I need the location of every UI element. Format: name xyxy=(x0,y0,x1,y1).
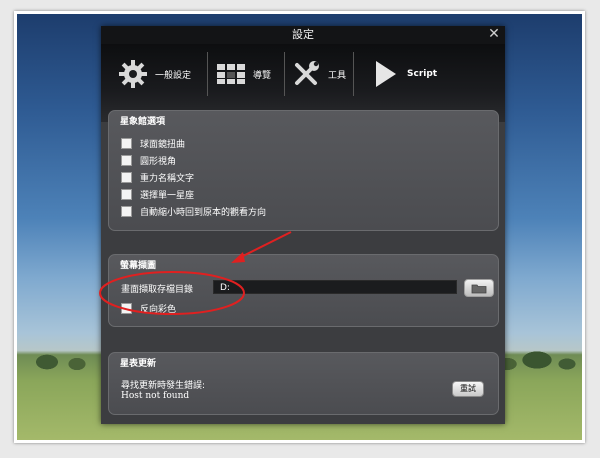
close-icon[interactable]: ✕ xyxy=(487,27,501,41)
option-row[interactable]: 選擇單一星座 xyxy=(121,188,195,201)
panel-title: 螢幕擷圖 xyxy=(120,261,157,271)
tab-tools-label: 工具 xyxy=(328,70,347,81)
star-options-panel: 星象館選項 球面鏡扭曲 圓形視角 重力名稱文字 選擇單一星座 自動縮小時回到原本… xyxy=(108,110,499,231)
tab-navigation-label: 導覽 xyxy=(253,70,272,81)
tab-tools[interactable]: 工具 xyxy=(290,56,346,92)
sky-background: 南 設定 ✕ xyxy=(17,14,582,440)
option-row[interactable]: 重力名稱文字 xyxy=(121,171,195,184)
panel-title: 星表更新 xyxy=(120,359,157,369)
invert-color-label: 反向彩色 xyxy=(140,304,177,315)
settings-window: 設定 ✕ 一般設定 導覽 工具 Script 星象館選項 球面鏡扭曲 圓形視角 … xyxy=(101,26,505,424)
tab-general-label: 一般設定 xyxy=(155,70,192,81)
directory-input[interactable]: D: xyxy=(213,280,457,294)
toolbar-divider xyxy=(207,52,208,96)
catalog-update-panel: 星表更新 尋找更新時發生錯誤: Host not found 重試 xyxy=(108,352,499,415)
toolbar-divider xyxy=(284,52,285,96)
screenshot-panel: 螢幕擷圖 畫面擷取存檔目錄 D: 反向彩色 xyxy=(108,254,499,327)
tab-script-label: Script xyxy=(407,69,438,79)
toolbar-divider xyxy=(353,52,354,96)
play-icon xyxy=(369,58,401,90)
checkbox[interactable] xyxy=(121,154,132,166)
browse-folder-button[interactable] xyxy=(464,279,494,297)
checkbox[interactable] xyxy=(121,205,132,217)
screenshot-frame: 南 設定 ✕ xyxy=(14,11,585,443)
directory-label: 畫面擷取存檔目錄 xyxy=(121,285,194,295)
checkbox[interactable] xyxy=(121,137,132,149)
checkbox[interactable] xyxy=(121,188,132,200)
option-label: 圓形視角 xyxy=(140,156,177,167)
tools-icon xyxy=(290,58,322,90)
option-label: 球面鏡扭曲 xyxy=(140,139,186,150)
option-label: 重力名稱文字 xyxy=(140,173,195,184)
option-label: 選擇單一星座 xyxy=(140,190,195,201)
checkbox[interactable] xyxy=(121,302,132,314)
tab-script[interactable]: Script xyxy=(369,56,437,92)
panel-title: 星象館選項 xyxy=(120,117,166,127)
option-row[interactable]: 自動縮小時回到原本的觀看方向 xyxy=(121,205,267,218)
retry-button[interactable]: 重試 xyxy=(452,381,484,397)
update-error-text: Host not found xyxy=(121,391,190,401)
folder-icon xyxy=(471,284,487,293)
tab-navigation[interactable]: 導覽 xyxy=(215,56,271,92)
option-label: 自動縮小時回到原本的觀看方向 xyxy=(140,207,267,218)
option-row[interactable]: 圓形視角 xyxy=(121,154,177,167)
option-row[interactable]: 球面鏡扭曲 xyxy=(121,137,186,150)
window-title: 設定 xyxy=(101,26,505,44)
checkbox[interactable] xyxy=(121,171,132,183)
tab-general[interactable]: 一般設定 xyxy=(117,56,191,92)
invert-color-row[interactable]: 反向彩色 xyxy=(121,302,177,315)
update-status-text: 尋找更新時發生錯誤: xyxy=(121,381,206,391)
gear-icon xyxy=(117,58,149,90)
keypad-icon xyxy=(215,58,247,90)
